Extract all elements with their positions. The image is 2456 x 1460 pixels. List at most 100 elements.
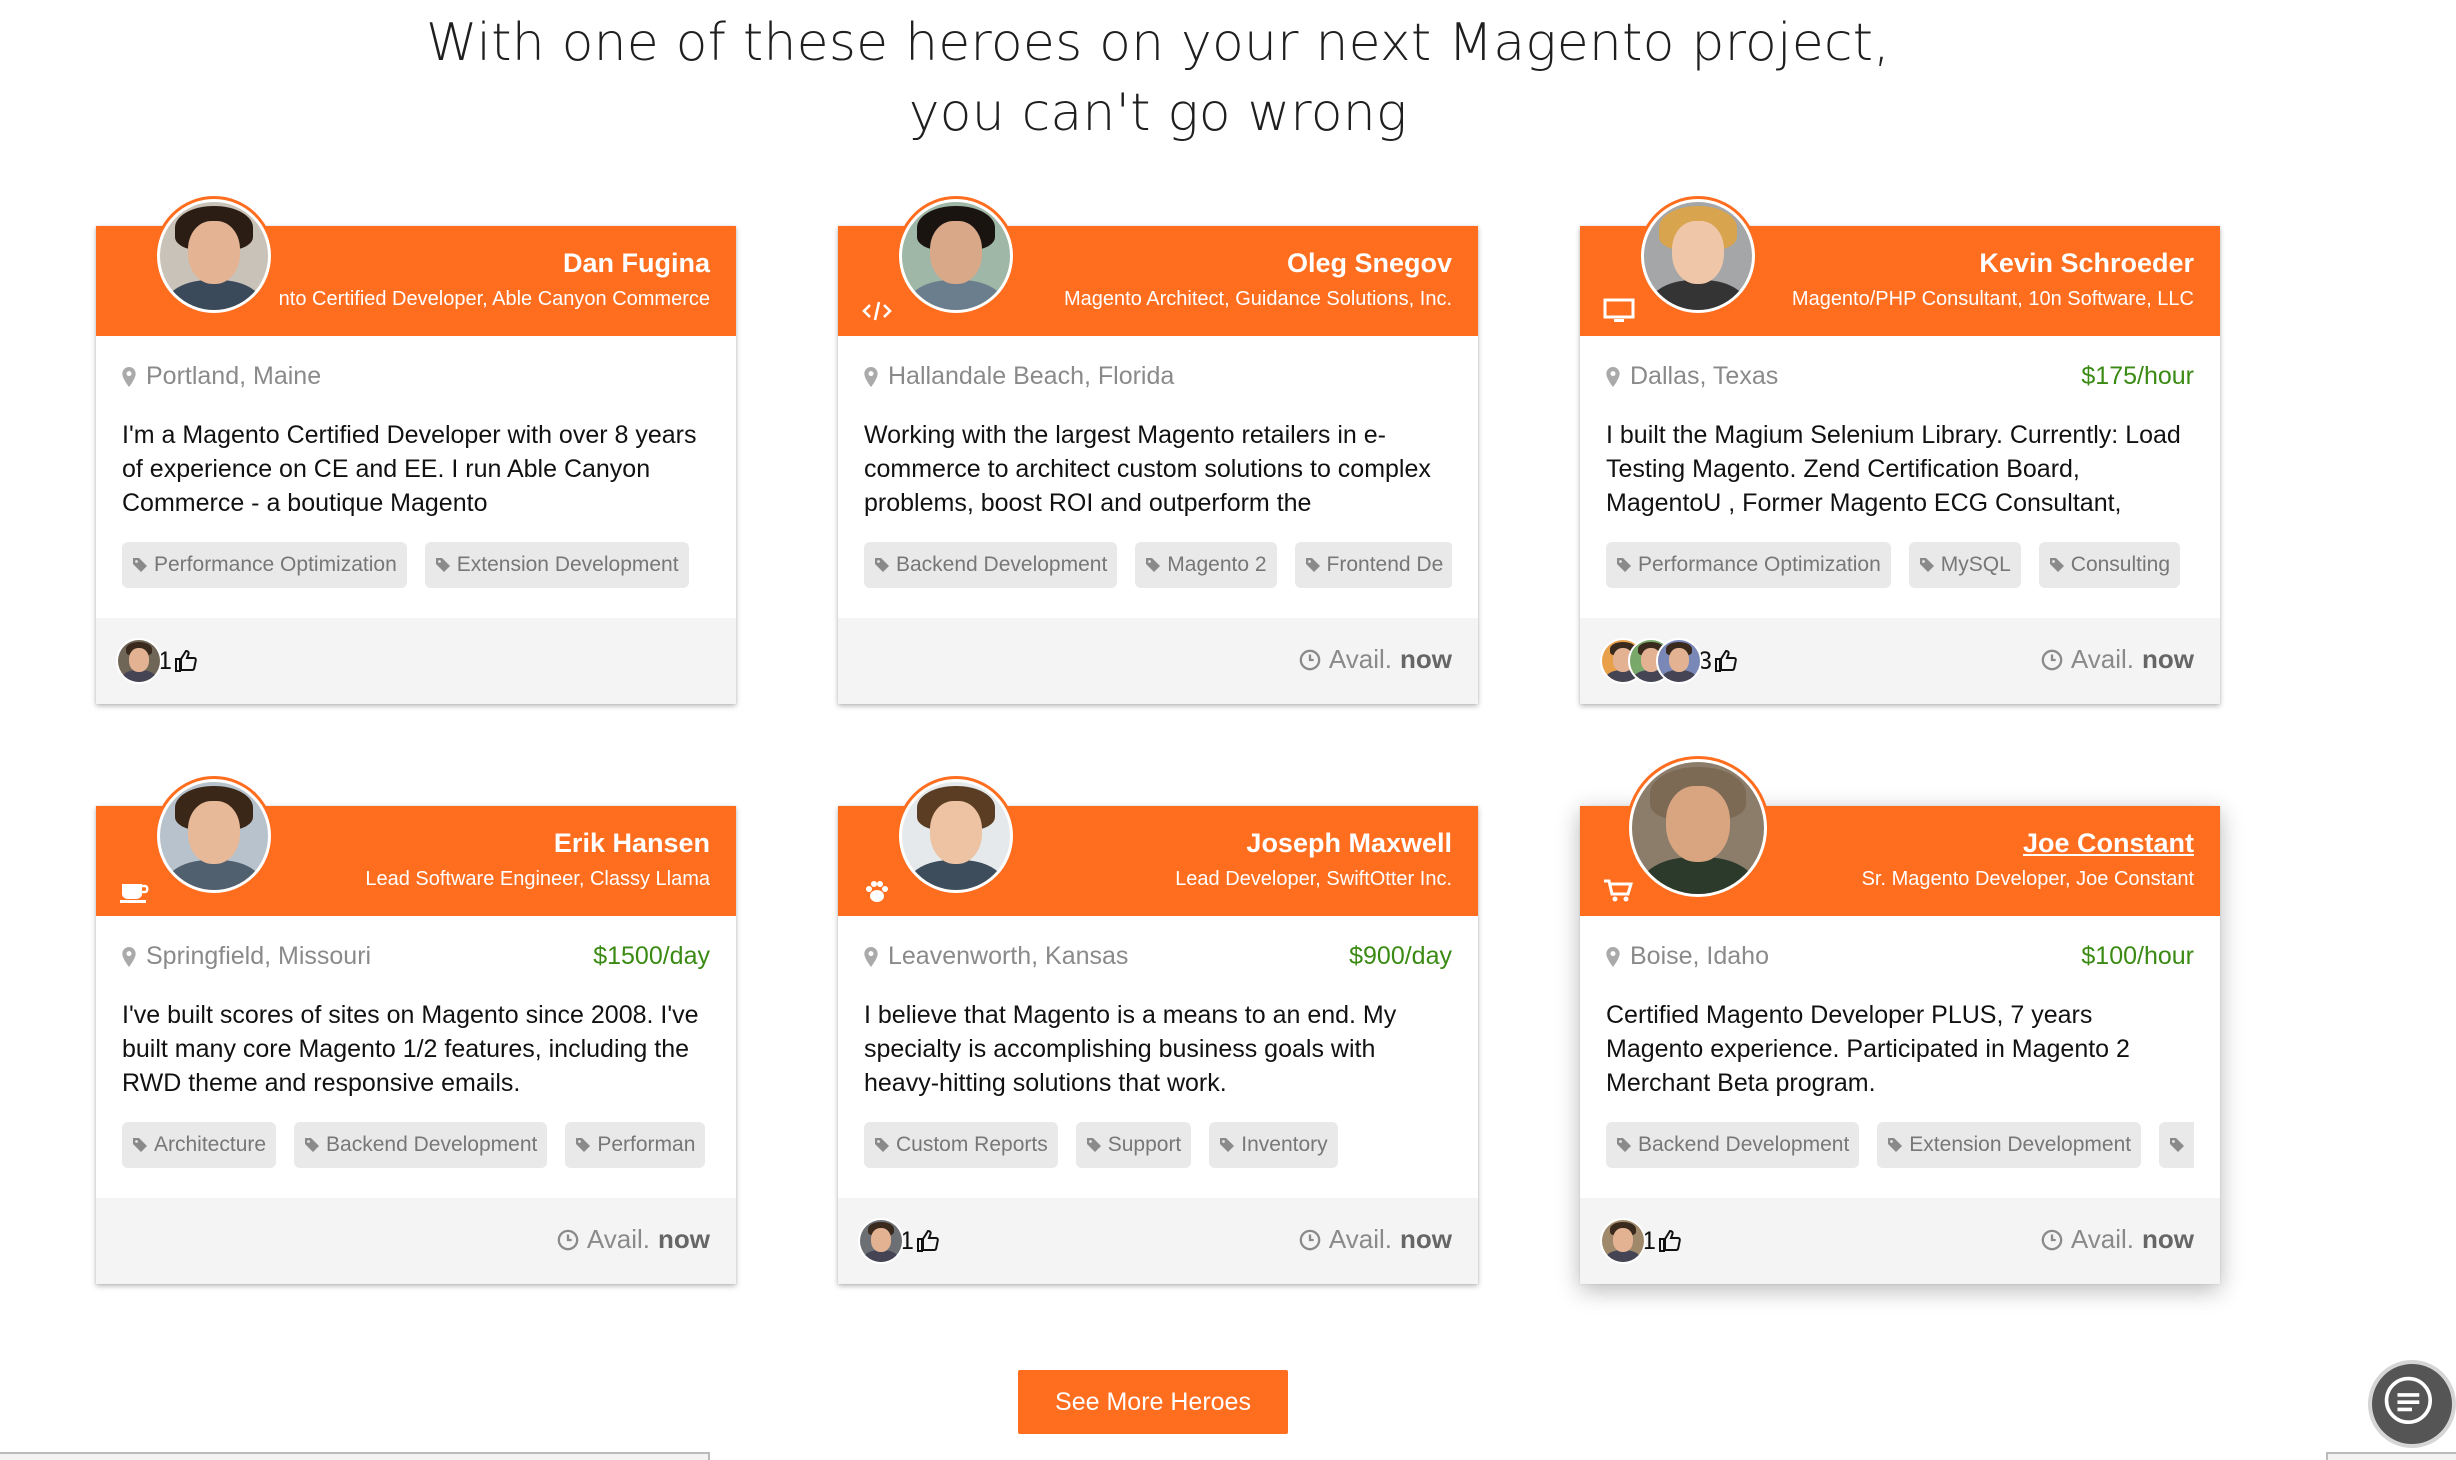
hero-title: Magento/PHP Consultant, 10n Software, LL… xyxy=(1791,288,2194,310)
endorsements[interactable]: 1 xyxy=(1600,1218,1682,1264)
skill-tag[interactable]: Extension Development xyxy=(1877,1122,2142,1168)
tag-icon xyxy=(1086,1138,1101,1152)
availability-label: Avail. xyxy=(1328,644,1392,674)
skill-tag-label: Architecture xyxy=(154,1133,267,1156)
skill-tag[interactable]: Performance Optimization xyxy=(1606,542,1891,588)
tag-icon xyxy=(576,1138,591,1152)
skill-tag[interactable]: Inventory xyxy=(1209,1122,1338,1168)
header-badge xyxy=(118,878,152,904)
hero-avatar[interactable] xyxy=(896,776,1016,896)
skill-tag[interactable]: Backend Development xyxy=(1606,1122,1860,1168)
skill-tag[interactable]: Backend Development xyxy=(294,1122,548,1168)
like-count: 1 xyxy=(900,1227,940,1256)
skill-tag[interactable]: Architecture xyxy=(122,1122,277,1168)
header-badge xyxy=(860,298,894,324)
hero-avatar[interactable] xyxy=(1638,196,1758,316)
skill-tag[interactable]: Performan xyxy=(565,1122,706,1168)
availability-value: now xyxy=(2142,1224,2194,1254)
skill-tag[interactable]: Magento 2 xyxy=(1135,542,1277,588)
hero-avatar[interactable] xyxy=(1626,756,1770,900)
skill-tag-label: MySQL xyxy=(1940,553,2011,576)
hero-bio: I've built scores of sites on Magento si… xyxy=(122,1001,699,1097)
skill-tag[interactable]: MySQL xyxy=(1908,542,2021,588)
skill-tag-label: Performance Optimization xyxy=(154,553,397,576)
hero-card[interactable]: Joseph Maxwell Lead Developer, SwiftOtter… xyxy=(838,776,1478,1284)
location-text: Hallandale Beach, Florida xyxy=(888,362,1175,390)
clock-icon xyxy=(1299,1229,1321,1250)
hero-name: Dan Fugina xyxy=(563,248,710,278)
card-footer: 1 xyxy=(96,618,736,704)
hero-title: nto Certified Developer, Able Canyon Com… xyxy=(278,288,710,310)
horizontal-scrollbar-right[interactable] xyxy=(2326,1452,2456,1460)
hero-location: Springfield, Missouri xyxy=(122,942,371,971)
skill-tag[interactable]: Performance Optimization xyxy=(122,542,407,588)
location-pin-icon xyxy=(1606,946,1620,967)
skill-tag-label: Custom Reports xyxy=(896,1133,1048,1156)
clock-icon xyxy=(2041,649,2063,670)
chat-widget-button[interactable] xyxy=(2368,1360,2456,1448)
hero-card[interactable]: Kevin Schroeder Magento/PHP Consultant, 1… xyxy=(1580,196,2220,704)
endorsements[interactable]: 3 xyxy=(1600,638,1738,684)
voter-photo xyxy=(118,640,160,682)
availability: Avail. now xyxy=(2041,644,2194,675)
hero-bio: I believe that Magento is a means to an … xyxy=(864,1001,1397,1097)
availability-label: Avail. xyxy=(1328,1224,1392,1254)
hero-title: Sr. Magento Developer, Joe Constant xyxy=(1861,868,2194,890)
skill-tag[interactable]: Support xyxy=(1075,1122,1192,1168)
hero-bio: I built the Magium Selenium Library. Cur… xyxy=(1606,421,2181,517)
skill-tag[interactable]: Frontend De xyxy=(1294,542,1452,588)
thumbs-up-icon xyxy=(916,1229,939,1252)
card-header: Kevin Schroeder Magento/PHP Consultant, 1… xyxy=(1580,196,2220,336)
voter-photo xyxy=(1658,640,1700,682)
hero-card[interactable]: Dan Fugina nto Certified Developer, Able … xyxy=(96,196,736,704)
availability: Avail. now xyxy=(2041,1224,2194,1255)
hero-avatar[interactable] xyxy=(154,776,274,896)
endorsements[interactable]: 1 xyxy=(116,638,198,684)
availability: Avail. now xyxy=(557,1224,710,1255)
voter-avatar xyxy=(858,1218,904,1264)
tag-icon xyxy=(133,558,147,572)
hero-avatar[interactable] xyxy=(896,196,1016,316)
hero-rate: $175/hour xyxy=(2081,362,2194,390)
avatar-photo xyxy=(1644,202,1752,310)
tag-icon xyxy=(2170,1138,2185,1152)
skill-tag[interactable]: Backend Development xyxy=(864,542,1118,588)
availability-label: Avail. xyxy=(586,1224,650,1254)
hero-name[interactable]: Joe Constant xyxy=(2023,828,2194,859)
location-pin-icon xyxy=(122,366,136,387)
card-header: Joseph Maxwell Lead Developer, SwiftOtter… xyxy=(838,776,1478,916)
paw-icon xyxy=(866,881,888,902)
like-count: 1 xyxy=(158,647,198,676)
skill-tags: Architecture Backend Development Performan xyxy=(122,1122,710,1170)
hero-card[interactable]: Joe Constant Sr. Magento Developer, Joe C… xyxy=(1580,756,2220,1284)
skill-tag[interactable] xyxy=(2159,1122,2194,1168)
see-more-heroes-button[interactable]: See More Heroes xyxy=(1018,1370,1288,1434)
location-text: Boise, Idaho xyxy=(1630,942,1769,970)
header-badge xyxy=(1602,298,1636,324)
hero-location: Hallandale Beach, Florida xyxy=(864,362,1174,391)
location-pin-icon xyxy=(1606,366,1620,387)
tag-icon xyxy=(1888,1138,1903,1152)
skill-tag[interactable]: Extension Development xyxy=(424,542,689,588)
card-header: Oleg Snegov Magento Architect, Guidance S… xyxy=(838,196,1478,336)
horizontal-scrollbar-left[interactable] xyxy=(0,1452,710,1460)
skill-tag[interactable]: Custom Reports xyxy=(864,1122,1058,1168)
availability-value: now xyxy=(658,1224,710,1254)
location-text: Portland, Maine xyxy=(146,362,322,390)
availability-label: Avail. xyxy=(2070,644,2134,674)
endorsements[interactable]: 1 xyxy=(858,1218,940,1264)
skill-tag-label: Consulting xyxy=(2070,553,2171,576)
hero-rate: $900/day xyxy=(1349,942,1452,970)
skill-tag-label: Performance Optimization xyxy=(1638,553,1881,576)
header-badge xyxy=(1602,878,1636,904)
skill-tag-label: Extension Development xyxy=(456,553,679,576)
hero-card[interactable]: Erik Hansen Lead Software Engineer, Class… xyxy=(96,776,736,1284)
hero-bio: I'm a Magento Certified Developer with o… xyxy=(122,421,697,517)
hero-card[interactable]: Oleg Snegov Magento Architect, Guidance S… xyxy=(838,196,1478,704)
location-text: Leavenworth, Kansas xyxy=(888,942,1129,970)
hero-avatar[interactable] xyxy=(154,196,274,316)
tag-icon xyxy=(435,558,450,572)
skill-tag[interactable]: Consulting xyxy=(2038,542,2181,588)
availability-label: Avail. xyxy=(2070,1224,2134,1254)
hero-location: Portland, Maine xyxy=(122,362,321,391)
